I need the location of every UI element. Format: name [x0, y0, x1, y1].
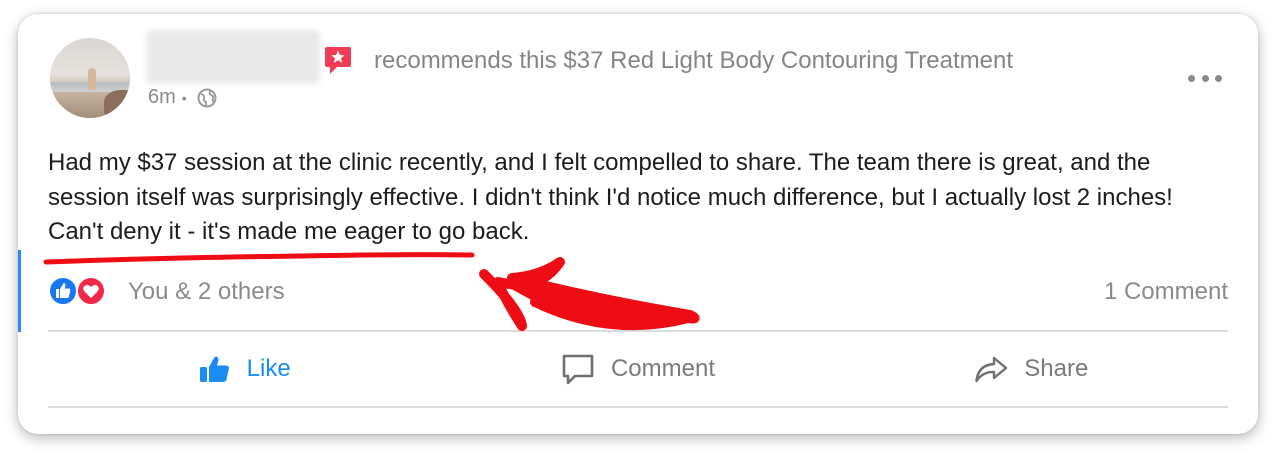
thumbs-up-icon [199, 356, 229, 382]
more-options-icon[interactable] [1188, 68, 1222, 88]
like-button[interactable]: Like [48, 332, 441, 406]
post-body: Had my $37 session at the clinic recentl… [48, 149, 1173, 245]
post-card: recommends this $37 Red Light Body Conto… [18, 14, 1258, 434]
accent-bar [18, 250, 21, 332]
recommend-star-icon [325, 47, 351, 74]
divider-bottom [48, 406, 1228, 408]
comment-button[interactable]: Comment [441, 332, 834, 406]
comment-icon [562, 354, 594, 385]
love-reaction-icon [76, 276, 106, 306]
reaction-count[interactable]: You & 2 others [128, 278, 285, 306]
post-time[interactable]: 6m [148, 86, 176, 109]
comment-count[interactable]: 1 Comment [1104, 278, 1228, 306]
avatar[interactable] [50, 38, 130, 118]
share-label: Share [1024, 355, 1089, 382]
share-icon [975, 356, 1008, 383]
action-bar: Like Comment Share [48, 332, 1228, 406]
author-name-blurred[interactable] [146, 30, 320, 84]
globe-icon[interactable] [197, 88, 217, 108]
like-label: Like [246, 355, 291, 382]
post-headline: recommends this $37 Red Light Body Conto… [374, 47, 1014, 74]
comment-label: Comment [610, 355, 715, 382]
share-button[interactable]: Share [835, 332, 1228, 406]
reactions-summary[interactable]: You & 2 others [48, 276, 285, 308]
like-reaction-icon [48, 276, 78, 306]
post-meta: 6m • [148, 86, 217, 109]
meta-separator: • [181, 89, 187, 106]
